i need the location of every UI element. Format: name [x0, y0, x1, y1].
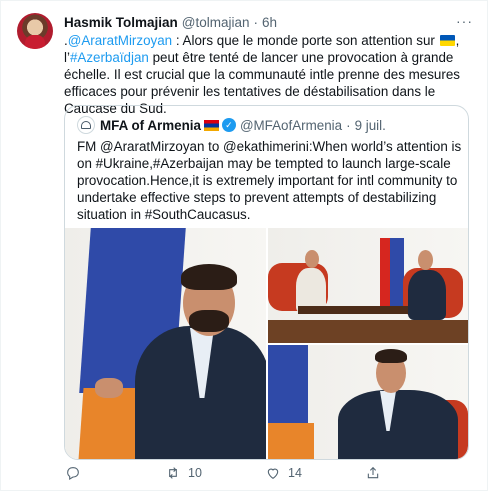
- armenia-flag-icon: [203, 119, 219, 131]
- reply-icon: [64, 464, 82, 482]
- quoted-text: FM @AraratMirzoyan to @ekathimerini:When…: [77, 139, 462, 222]
- verified-icon: ✓: [221, 118, 236, 132]
- tweet-card[interactable]: Hasmik Tolmajian @tolmajian · 6h ··· .@A…: [0, 0, 488, 491]
- share-button[interactable]: [364, 464, 464, 482]
- mention-link[interactable]: @AraratMirzoyan: [68, 33, 172, 48]
- quoted-header: MFA of Armenia ✓ @MFAofArmenia · 9 juil.: [77, 116, 456, 134]
- tweet-time[interactable]: 6h: [262, 15, 277, 30]
- text-part-1: : Alors que le monde porte son attention…: [172, 33, 439, 48]
- more-icon[interactable]: ···: [456, 13, 473, 29]
- media-grid: [65, 228, 468, 459]
- ukraine-flag-icon: [439, 35, 455, 46]
- text-part-2: ,: [455, 33, 460, 48]
- quoted-tweet[interactable]: MFA of Armenia ✓ @MFAofArmenia · 9 juil.…: [64, 105, 469, 460]
- separator: ·: [253, 14, 259, 30]
- quoted-time: 9 juil.: [354, 117, 386, 133]
- author-avatar[interactable]: [17, 13, 53, 49]
- retweet-count: 10: [188, 466, 202, 480]
- tweet-header: Hasmik Tolmajian @tolmajian · 6h ···: [64, 13, 475, 31]
- photo-interview-scene[interactable]: [268, 228, 468, 343]
- separator: ·: [346, 117, 351, 133]
- photo-minister-closeup[interactable]: [65, 228, 266, 459]
- photo-minister-seated[interactable]: [268, 345, 468, 459]
- author-name[interactable]: Hasmik Tolmajian: [64, 15, 178, 30]
- retweet-icon: [164, 464, 182, 482]
- quoted-avatar[interactable]: [77, 116, 95, 134]
- retweet-button[interactable]: 10: [164, 464, 264, 482]
- quoted-author-handle: @MFAofArmenia: [239, 117, 343, 133]
- like-count: 14: [288, 466, 302, 480]
- author-handle[interactable]: @tolmajian: [182, 15, 250, 30]
- share-icon: [364, 464, 382, 482]
- like-button[interactable]: 14: [264, 464, 364, 482]
- reply-button[interactable]: [64, 464, 164, 482]
- tweet-actions: 10 14: [64, 463, 469, 483]
- like-icon: [264, 464, 282, 482]
- hashtag-link[interactable]: #Azerbaïdjan: [70, 50, 149, 65]
- quoted-author-name: MFA of Armenia: [100, 117, 201, 133]
